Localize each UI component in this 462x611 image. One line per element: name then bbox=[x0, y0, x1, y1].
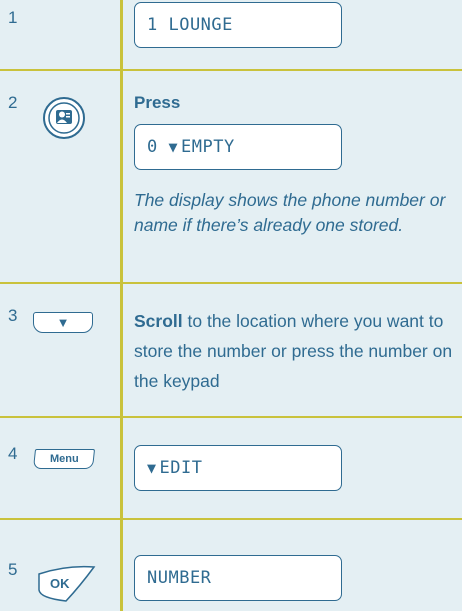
press-label: Press bbox=[134, 93, 181, 112]
step-number: 5 bbox=[8, 560, 18, 579]
step-number: 4 bbox=[8, 444, 18, 463]
step-number: 3 bbox=[8, 306, 18, 325]
ok-key[interactable]: OK bbox=[36, 564, 98, 604]
step-number: 1 bbox=[8, 8, 18, 27]
row-divider bbox=[0, 282, 462, 284]
down-arrow-icon: ▼ bbox=[56, 315, 70, 330]
display-text: EMPTY bbox=[181, 137, 235, 157]
phonebook-key-icon[interactable] bbox=[42, 96, 86, 140]
display-text: 1 LOUNGE bbox=[147, 15, 233, 35]
display-text: NUMBER bbox=[147, 568, 212, 588]
scroll-instruction: Scroll to the location where you want to… bbox=[134, 306, 456, 396]
display-screen: 1 LOUNGE bbox=[134, 2, 342, 48]
display-text: EDIT bbox=[159, 458, 203, 478]
menu-key[interactable]: Menu bbox=[32, 449, 96, 469]
display-prefix: 0 bbox=[147, 137, 169, 157]
step-number: 2 bbox=[8, 93, 18, 112]
row-divider bbox=[0, 69, 462, 71]
down-arrow-icon: ▼ bbox=[168, 138, 179, 156]
display-note: The display shows the phone number or na… bbox=[134, 190, 446, 235]
ok-key-label: OK bbox=[50, 576, 70, 591]
instruction-text: to the location where you want to store … bbox=[134, 311, 453, 391]
display-screen: NUMBER bbox=[134, 555, 342, 601]
down-arrow-icon: ▼ bbox=[147, 459, 157, 477]
row-divider bbox=[0, 416, 462, 418]
scroll-down-key[interactable]: ▼ bbox=[33, 312, 93, 333]
menu-key-label: Menu bbox=[49, 453, 79, 465]
row-divider bbox=[0, 518, 462, 520]
display-screen: 0 ▼ EMPTY bbox=[134, 124, 342, 170]
instruction-bold: Scroll bbox=[134, 311, 183, 331]
display-screen: ▼ EDIT bbox=[134, 445, 342, 491]
